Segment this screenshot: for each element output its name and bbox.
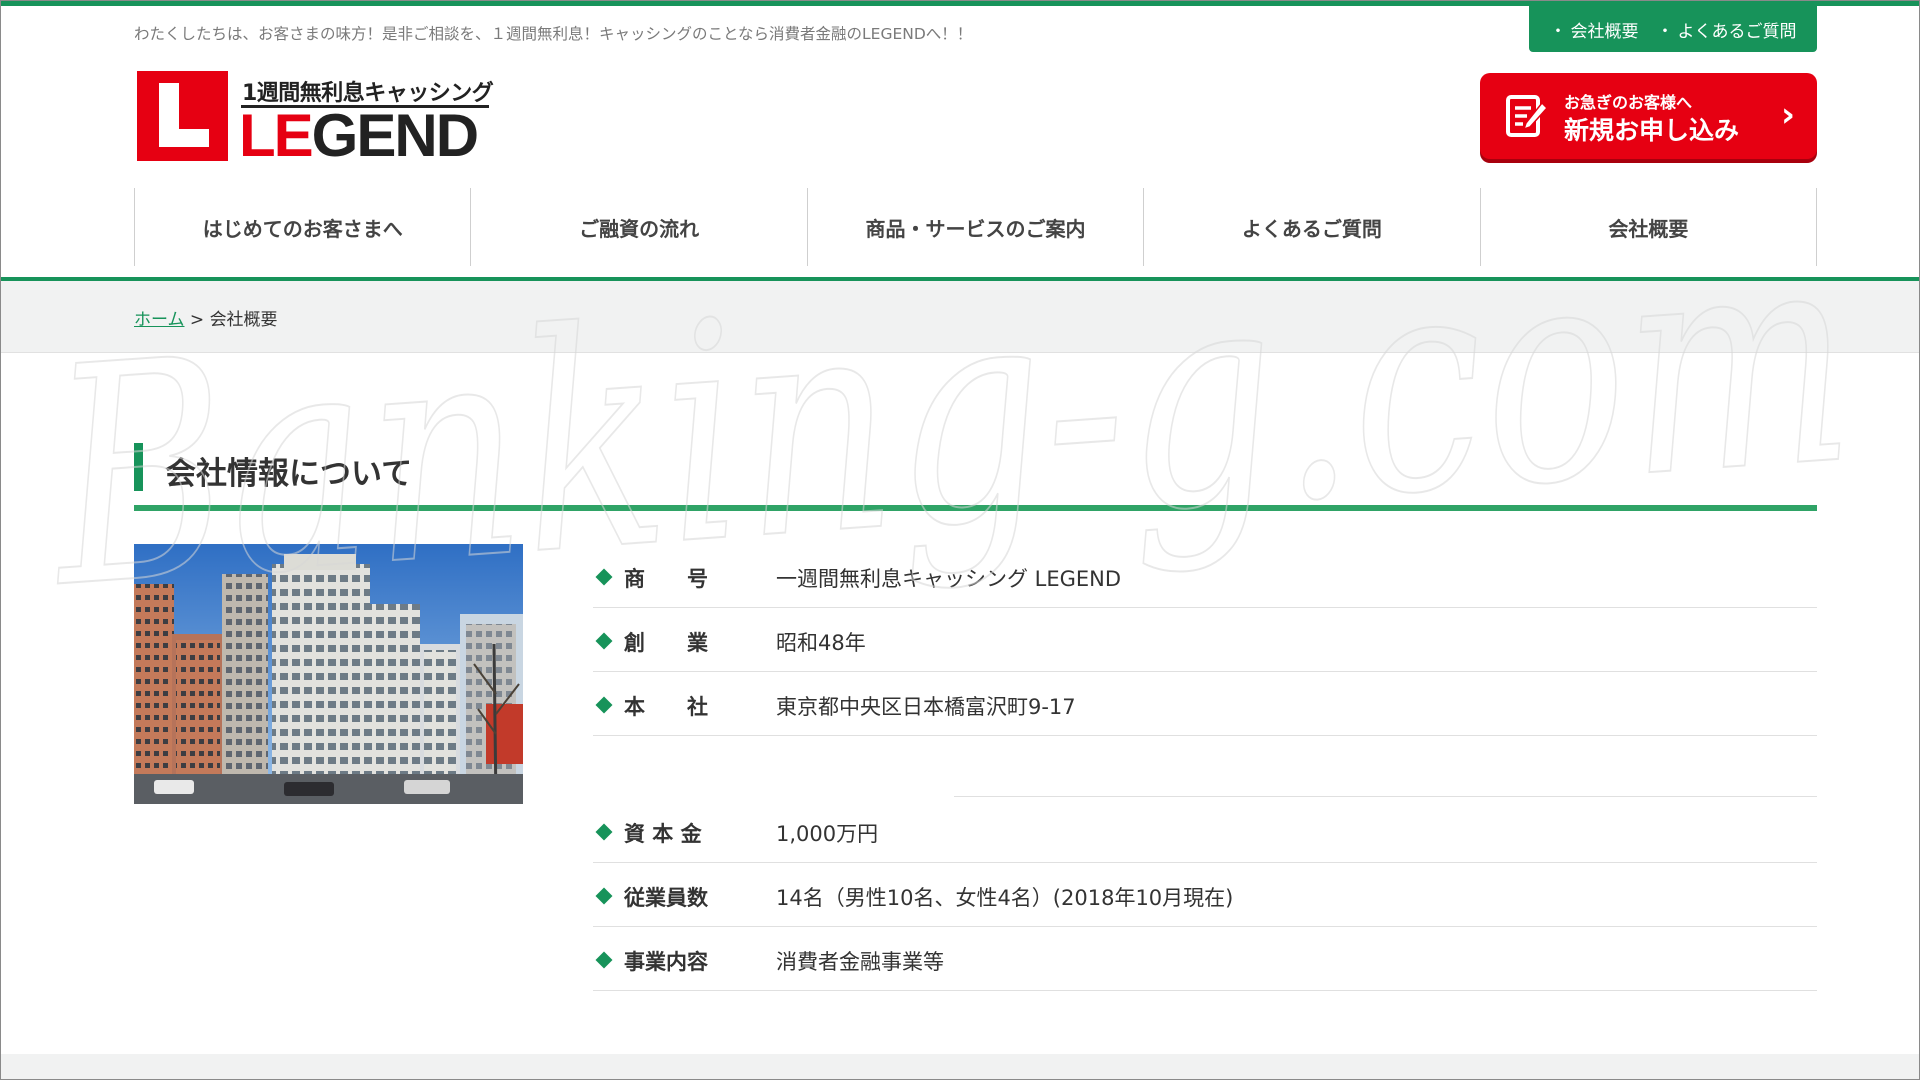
- info-label: 創 業: [624, 631, 708, 655]
- page-title: 会社情報について: [165, 456, 413, 492]
- logo-l-mark: [137, 71, 228, 161]
- diamond-bullet-icon: [595, 887, 613, 905]
- top-link-company-label: 会社概要: [1570, 21, 1639, 42]
- info-row-capital: 資 本 金 1,000万円: [593, 799, 1817, 863]
- heading-accent: [134, 443, 143, 491]
- info-row-empty: [593, 736, 1817, 799]
- company-building-photo: [134, 544, 523, 804]
- apply-sub-label: お急ぎのお客様へ: [1564, 93, 1693, 112]
- diamond-bullet-icon: [595, 951, 613, 969]
- footer-band: [0, 1054, 1920, 1080]
- info-value: 消費者金融事業等: [776, 950, 944, 974]
- diamond-bullet-icon: [595, 823, 613, 841]
- nav-item-first-time[interactable]: はじめてのお客さまへ: [135, 188, 472, 266]
- diamond-bullet-icon: [595, 696, 613, 714]
- table-divider: [954, 796, 1817, 797]
- logo-wordmark-red: LE: [239, 102, 314, 169]
- info-value: 東京都中央区日本橋富沢町9-17: [776, 695, 1076, 719]
- top-link-faq-label: よくあるご質問: [1677, 21, 1797, 42]
- info-row-business: 事業内容 消費者金融事業等: [593, 927, 1817, 991]
- nav-item-faq[interactable]: よくあるご質問: [1144, 188, 1481, 266]
- breadcrumb: ホーム > 会社概要: [134, 305, 278, 330]
- breadcrumb-home-link[interactable]: ホーム: [134, 310, 185, 330]
- heading-underline: [134, 505, 1817, 511]
- chevron-right-icon: ›: [1780, 95, 1795, 135]
- info-label: 資 本 金: [624, 822, 702, 846]
- info-row-trade-name: 商 号 一週間無利息キャッシング LEGEND: [593, 544, 1817, 608]
- info-row-head-office: 本 社 東京都中央区日本橋富沢町9-17: [593, 672, 1817, 736]
- info-value: 一週間無利息キャッシング LEGEND: [776, 567, 1122, 591]
- breadcrumb-current: 会社概要: [209, 310, 278, 330]
- logo-wordmark-black: GEND: [311, 102, 479, 169]
- global-nav: はじめてのお客さまへ ご融資の流れ 商品・サービスのご案内 よくあるご質問 会社…: [134, 188, 1818, 266]
- site-tagline: わたくしたちは、お客さまの味方！是非ご相談を、１週間無利息！キャッシングのことな…: [134, 25, 973, 43]
- nav-item-company[interactable]: 会社概要: [1481, 188, 1818, 266]
- top-accent-bar: [0, 0, 1920, 6]
- info-value: 14名（男性10名、女性4名）(2018年10月現在): [776, 886, 1234, 910]
- form-edit-icon: [1506, 95, 1548, 137]
- info-label: 事業内容: [624, 950, 708, 974]
- info-label: 従業員数: [624, 886, 708, 910]
- top-links: ・会社概要 ・よくあるご質問: [1529, 6, 1817, 52]
- breadcrumb-separator: >: [184, 310, 210, 330]
- breadcrumb-band: [0, 281, 1920, 353]
- top-link-faq[interactable]: ・よくあるご質問: [1657, 17, 1797, 42]
- info-row-founded: 創 業 昭和48年: [593, 608, 1817, 672]
- apply-main-label: 新規お申し込み: [1564, 116, 1740, 145]
- top-link-company[interactable]: ・会社概要: [1550, 17, 1639, 42]
- logo-wordmark: LEGEND: [239, 106, 479, 166]
- company-info-table: 商 号 一週間無利息キャッシング LEGEND 創 業 昭和48年 本 社 東京…: [593, 544, 1817, 991]
- nav-item-services[interactable]: 商品・サービスのご案内: [808, 188, 1145, 266]
- info-label: 本 社: [624, 695, 708, 719]
- diamond-bullet-icon: [595, 568, 613, 586]
- nav-item-loan-flow[interactable]: ご融資の流れ: [471, 188, 808, 266]
- site-logo[interactable]: 1週間無利息キャッシング LEGEND: [137, 71, 494, 166]
- info-value: 1,000万円: [776, 822, 879, 846]
- diamond-bullet-icon: [595, 632, 613, 650]
- info-row-employees: 従業員数 14名（男性10名、女性4名）(2018年10月現在): [593, 863, 1817, 927]
- info-value: 昭和48年: [776, 631, 866, 655]
- info-label: 商 号: [624, 567, 708, 591]
- apply-button[interactable]: お急ぎのお客様へ 新規お申し込み ›: [1480, 73, 1817, 159]
